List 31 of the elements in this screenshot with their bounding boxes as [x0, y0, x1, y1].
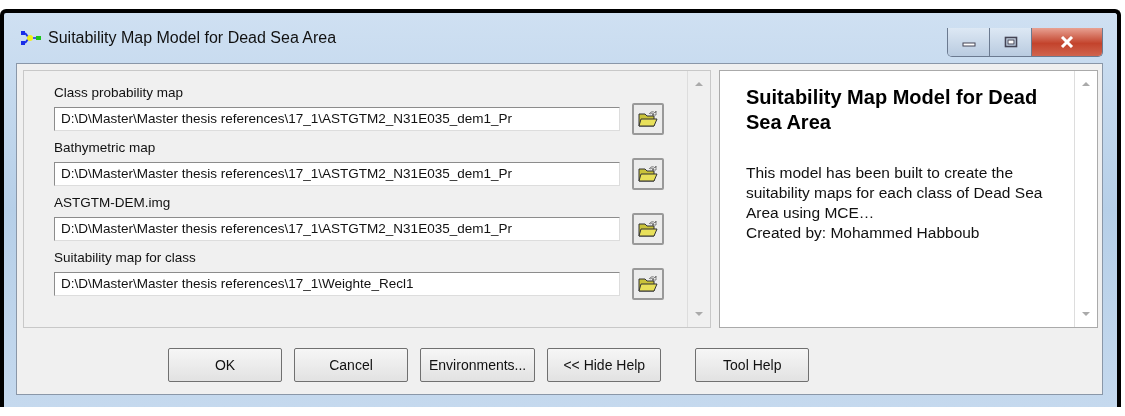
maximize-icon: [1003, 36, 1018, 48]
folder-icon: [638, 275, 658, 293]
maximize-button[interactable]: [990, 28, 1032, 56]
dialog-button[interactable]: OK: [168, 348, 282, 382]
close-icon: [1059, 36, 1075, 48]
open-folder-button[interactable]: [632, 213, 664, 245]
close-button[interactable]: [1032, 28, 1102, 56]
field-label: Bathymetric map: [54, 140, 157, 155]
minimize-button[interactable]: [948, 28, 990, 56]
help-text: This model has been built to create the suitability maps for each class of Dead Sea Area using MCE…: [746, 163, 1044, 223]
dialog-button[interactable]: Environments...: [420, 348, 536, 382]
path-field[interactable]: D:\D\Master\Master thesis references\17_1\Weighte_Recl1: [54, 272, 620, 296]
author-credit: Created by: Mohammed Habboub: [746, 223, 981, 243]
field-label: Class probability map: [54, 85, 185, 100]
open-folder-button[interactable]: [632, 158, 664, 190]
field-label: ASTGTM-DEM.img: [54, 195, 172, 210]
path-field[interactable]: D:\D\Master\Master thesis references\17_1\ASTGTM2_N31E035_dem1_Pr: [54, 162, 620, 186]
window-title: Suitability Map Model for Dead Sea Area: [48, 29, 338, 47]
path-field[interactable]: D:\D\Master\Master thesis references\17_1\ASTGTM2_N31E035_dem1_Pr: [54, 217, 620, 241]
dialog-button[interactable]: << Hide Help: [547, 348, 662, 382]
open-folder-button[interactable]: [632, 103, 664, 135]
folder-icon: [638, 110, 658, 128]
open-folder-button[interactable]: [632, 268, 664, 300]
help-heading: Suitability Map Model for Dead Sea Area: [746, 85, 1039, 135]
field-label: Suitability map for class: [54, 250, 197, 265]
model-icon: [20, 30, 42, 46]
dialog-button[interactable]: Tool Help: [695, 348, 810, 382]
folder-icon: [638, 220, 658, 238]
path-field[interactable]: D:\D\Master\Master thesis references\17_1\ASTGTM2_N31E035_dem1_Pr: [54, 107, 620, 131]
dialog-button[interactable]: Cancel: [294, 348, 408, 382]
folder-icon: [638, 165, 658, 183]
